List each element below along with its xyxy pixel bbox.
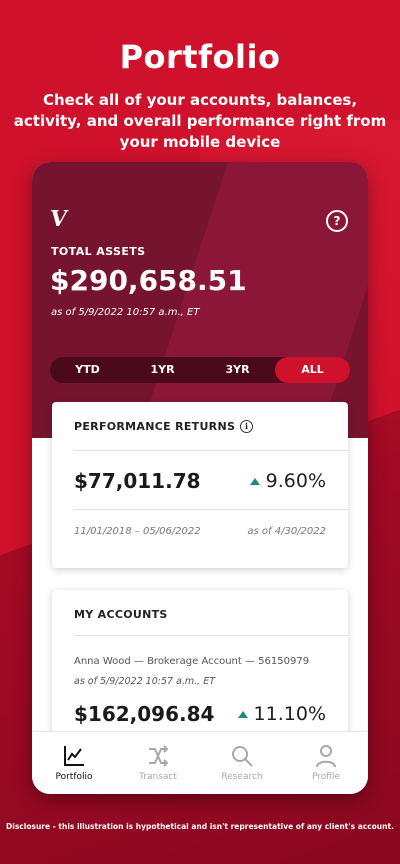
range-tab-all[interactable]: ALL <box>275 357 350 383</box>
total-assets-label: TOTAL ASSETS <box>51 245 146 258</box>
phone-screen: V ? TOTAL ASSETS $290,658.51 as of 5/9/2… <box>32 162 368 794</box>
nav-portfolio[interactable]: Portfolio <box>32 732 116 794</box>
time-range-selector: YTD 1YR 3YR ALL <box>50 357 350 383</box>
account-return: 11.10% <box>237 703 326 725</box>
performance-as-of: as of 4/30/2022 <box>247 526 326 537</box>
person-icon <box>316 745 336 768</box>
range-tab-1yr[interactable]: 1YR <box>125 357 200 383</box>
performance-returns-label: PERFORMANCE RETURNS <box>74 420 236 433</box>
account-name[interactable]: Anna Wood — Brokerage Account — 56150979 <box>74 656 309 667</box>
range-tab-3yr[interactable]: 3YR <box>200 357 275 383</box>
total-assets-as-of: as of 5/9/2022 10:57 a.m., ET <box>51 307 200 318</box>
nav-portfolio-label: Portfolio <box>55 772 93 782</box>
divider <box>74 635 348 636</box>
my-accounts-card: MY ACCOUNTS Anna Wood — Brokerage Accoun… <box>52 590 348 750</box>
portfolio-header: V ? TOTAL ASSETS $290,658.51 as of 5/9/2… <box>32 162 368 438</box>
performance-returns-title: PERFORMANCE RETURNS i <box>74 420 254 433</box>
search-icon <box>232 746 253 767</box>
nav-transact[interactable]: Transact <box>116 732 200 794</box>
range-tab-ytd[interactable]: YTD <box>50 357 125 383</box>
header-accent-shape <box>138 162 368 438</box>
promo-subtitle: Check all of your accounts, balances, ac… <box>13 91 387 151</box>
performance-return: 9.60% <box>249 470 326 492</box>
bottom-navigation: Portfolio Transact Research Profile <box>32 731 368 794</box>
account-balance: $162,096.84 <box>74 702 215 726</box>
vanguard-logo: V <box>48 206 69 232</box>
nav-profile[interactable]: Profile <box>284 732 368 794</box>
account-as-of: as of 5/9/2022 10:57 a.m., ET <box>74 676 216 687</box>
performance-amount: $77,011.78 <box>74 469 201 493</box>
promo-title: Portfolio <box>119 38 281 76</box>
performance-returns-card[interactable]: PERFORMANCE RETURNS i $77,011.78 9.60% 1… <box>52 402 348 568</box>
up-arrow-icon <box>249 477 260 485</box>
my-accounts-label: MY ACCOUNTS <box>74 608 168 621</box>
divider <box>74 509 348 510</box>
shuffle-icon <box>149 745 169 767</box>
my-accounts-title: MY ACCOUNTS <box>74 608 168 621</box>
nav-research-label: Research <box>221 772 263 782</box>
performance-return-value: 9.60% <box>265 470 326 492</box>
nav-profile-label: Profile <box>312 772 340 782</box>
divider <box>74 450 348 451</box>
total-assets-value: $290,658.51 <box>50 264 247 297</box>
performance-date-range: 11/01/2018 – 05/06/2022 <box>74 526 201 537</box>
help-icon[interactable]: ? <box>326 210 348 232</box>
nav-transact-label: Transact <box>139 772 177 782</box>
nav-research[interactable]: Research <box>200 732 284 794</box>
disclosure-text: Disclosure - this illustration is hypoth… <box>6 822 394 831</box>
info-icon[interactable]: i <box>240 420 254 433</box>
chart-line-icon <box>64 746 84 766</box>
account-return-value: 11.10% <box>253 703 326 725</box>
up-arrow-icon <box>237 710 248 718</box>
